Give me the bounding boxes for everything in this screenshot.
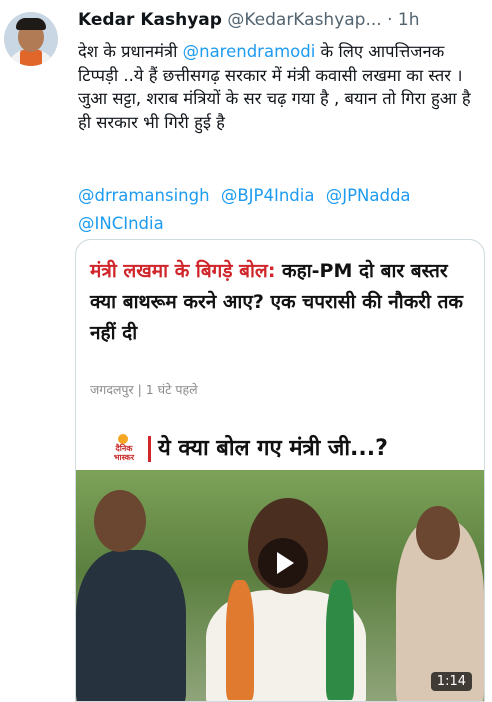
card-meta: जगदलपुर | 1 घंटे पहले — [90, 382, 198, 397]
headline-highlight: मंत्री लखमा के बिगड़े बोल: — [90, 260, 276, 282]
tweet-mentions: @drramansingh @BJP4India @JPNadda @INCIn… — [78, 182, 483, 238]
mention-link[interactable]: @narendramodi — [183, 42, 316, 61]
person-right-head — [416, 506, 460, 560]
avatar-scarf — [20, 50, 42, 66]
author-name[interactable]: Kedar Kashyap — [78, 10, 222, 30]
header-separator: · — [387, 10, 393, 30]
bhaskar-logo: दैनिक भास्कर — [106, 434, 142, 464]
card-headline[interactable]: मंत्री लखमा के बिगड़े बोल: कहा-PM दो बार… — [90, 256, 470, 349]
scarf-left — [226, 580, 254, 700]
tweet-header: Kedar Kashyap @KedarKashyap... · 1h — [78, 10, 478, 34]
avatar-hair — [16, 18, 46, 30]
logo-sun-icon — [118, 434, 128, 444]
video-player[interactable]: दैनिक भास्कर ये क्या बोल गए मंत्री जी...… — [76, 428, 484, 701]
mention-drramansingh[interactable]: @drramansingh — [78, 186, 210, 205]
logo-text: दैनिक भास्कर — [113, 444, 135, 462]
mention-jpnadda[interactable]: @JPNadda — [326, 186, 411, 205]
video-thumbnail — [76, 470, 484, 701]
mention-incindia[interactable]: @INCIndia — [78, 214, 164, 233]
tweet-text-part1: देश के प्रधानमंत्री — [78, 42, 183, 61]
person-left — [76, 550, 186, 701]
mention-bjp4india[interactable]: @BJP4India — [221, 186, 315, 205]
video-title: ये क्या बोल गए मंत्री जी...? — [158, 436, 388, 461]
scarf-right — [326, 580, 354, 700]
tweet-text: देश के प्रधानमंत्री @narendramodi के लिए… — [78, 40, 483, 134]
person-left-head — [94, 490, 146, 552]
title-divider — [148, 436, 151, 462]
author-handle[interactable]: @KedarKashyap... — [227, 10, 381, 30]
video-title-bar: दैनिक भास्कर ये क्या बोल गए मंत्री जी...… — [76, 428, 484, 470]
tweet-time[interactable]: 1h — [398, 10, 420, 30]
author-avatar[interactable] — [4, 12, 58, 66]
play-icon — [277, 552, 294, 574]
play-button[interactable] — [258, 538, 308, 588]
news-card[interactable]: मंत्री लखमा के बिगड़े बोल: कहा-PM दो बार… — [75, 239, 485, 702]
video-duration: 1:14 — [430, 672, 472, 691]
